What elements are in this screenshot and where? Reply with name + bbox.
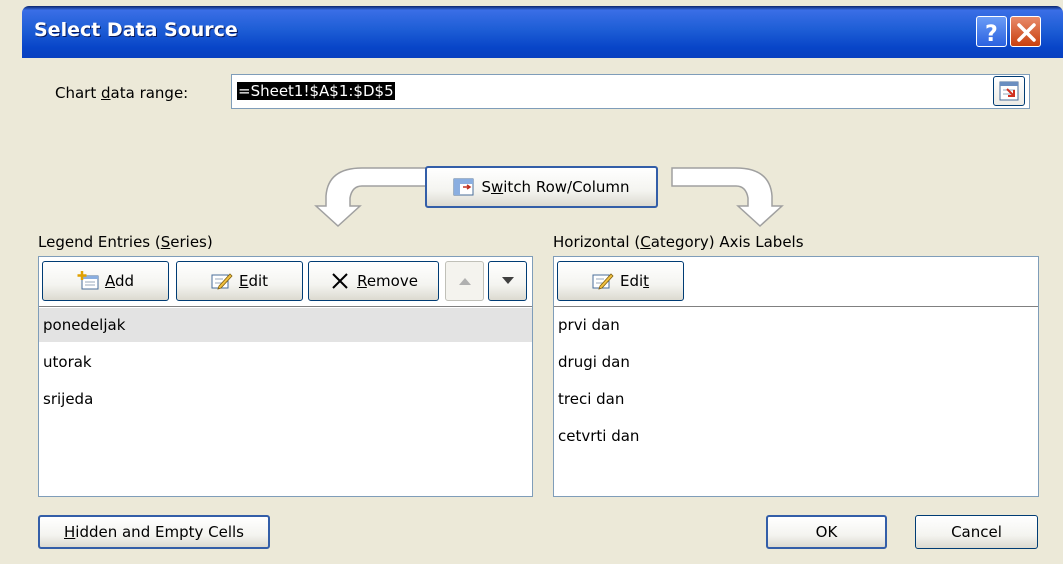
- legend-entries-panel: Add Edit Remove ponedeljak utorak srijed…: [38, 256, 533, 497]
- edit-axis-labels-label: Edit: [619, 272, 650, 290]
- edit-icon: [211, 271, 233, 291]
- help-icon: ?: [985, 22, 998, 47]
- hidden-empty-cells-button[interactable]: Hidden and Empty Cells: [38, 515, 270, 549]
- window-title: Select Data Source: [34, 19, 238, 41]
- switch-row-column-label: Switch Row/Column: [481, 178, 630, 196]
- toolbar-divider: [554, 306, 1038, 307]
- move-up-icon: [458, 278, 471, 285]
- add-icon: [77, 271, 99, 291]
- category-item[interactable]: prvi dan: [554, 308, 1038, 342]
- category-item[interactable]: treci dan: [554, 382, 1038, 416]
- switch-row-column-button[interactable]: Switch Row/Column: [425, 166, 658, 208]
- cancel-label: Cancel: [951, 523, 1002, 541]
- add-series-label: Add: [104, 272, 135, 290]
- svg-text:?: ?: [985, 22, 998, 47]
- range-collapse-button[interactable]: [993, 76, 1025, 106]
- move-down-icon: [501, 277, 514, 284]
- hidden-empty-cells-label: Hidden and Empty Cells: [64, 523, 244, 541]
- switch-row-column-icon: [453, 177, 475, 197]
- chart-data-range-label: Chart data range:: [55, 84, 189, 102]
- edit-series-button[interactable]: Edit: [176, 261, 303, 301]
- close-button[interactable]: [1010, 16, 1041, 47]
- right-curved-arrow-icon: [671, 167, 784, 228]
- select-data-source-dialog: Select Data Source ? Chart data range: =…: [22, 6, 1063, 564]
- edit-icon: [592, 271, 614, 291]
- close-icon: [1017, 23, 1036, 42]
- ok-button[interactable]: OK: [766, 515, 887, 549]
- move-up-button[interactable]: [445, 261, 484, 301]
- axis-labels-label: Horizontal (Category) Axis Labels: [553, 233, 804, 251]
- axis-labels-panel: Edit prvi dan drugi dan treci dan cetvrt…: [553, 256, 1039, 497]
- edit-axis-labels-button[interactable]: Edit: [557, 261, 684, 301]
- toolbar-divider: [39, 306, 532, 307]
- series-item[interactable]: srijeda: [39, 382, 532, 416]
- left-curved-arrow-icon: [314, 167, 427, 228]
- help-button[interactable]: ?: [976, 16, 1007, 47]
- edit-series-label: Edit: [238, 272, 269, 290]
- cancel-button[interactable]: Cancel: [915, 515, 1038, 549]
- series-item[interactable]: ponedeljak: [39, 308, 532, 342]
- chart-data-range-input[interactable]: =Sheet1!$A$1:$D$5: [231, 74, 1030, 109]
- legend-entries-label: Legend Entries (Series): [38, 233, 213, 251]
- remove-series-button[interactable]: Remove: [308, 261, 439, 301]
- title-bar: Select Data Source ?: [22, 6, 1063, 58]
- chart-data-range-value: =Sheet1!$A$1:$D$5: [237, 82, 395, 100]
- category-item[interactable]: cetvrti dan: [554, 419, 1038, 453]
- series-item[interactable]: utorak: [39, 345, 532, 379]
- collapse-dialog-icon: [999, 81, 1019, 101]
- remove-series-label: Remove: [357, 272, 418, 290]
- remove-icon: [329, 271, 351, 291]
- add-series-button[interactable]: Add: [42, 261, 169, 301]
- ok-label: OK: [815, 523, 838, 541]
- move-down-button[interactable]: [488, 261, 527, 301]
- category-item[interactable]: drugi dan: [554, 345, 1038, 379]
